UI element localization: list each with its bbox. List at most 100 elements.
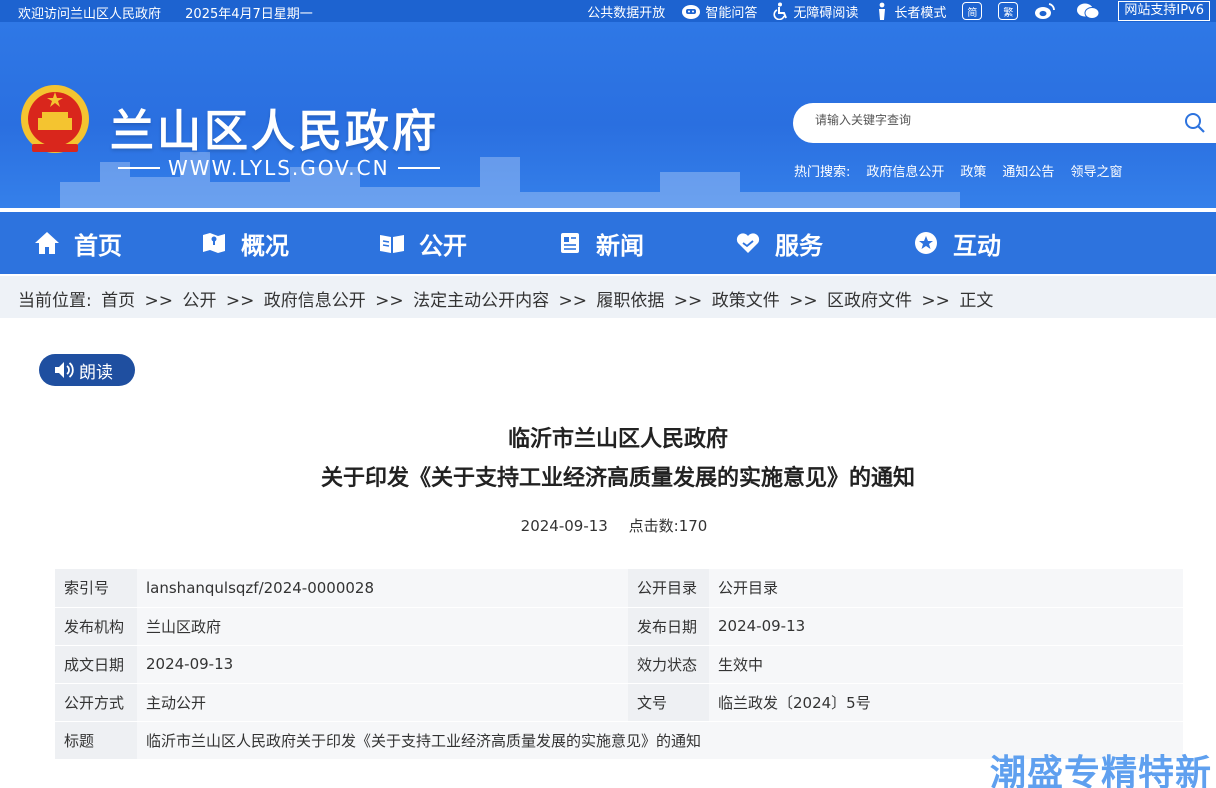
info-value: 公开目录: [709, 569, 1183, 608]
smart-qa-label: 智能问答: [705, 5, 758, 21]
nav-label: 首页: [74, 231, 122, 260]
breadcrumb-separator: >>: [225, 291, 255, 311]
document-info-table: 索引号 lanshanqulsqzf/2024-0000028 公开目录 公开目…: [55, 569, 1183, 760]
info-value: 生效中: [709, 645, 1183, 684]
nav-item-public[interactable]: 公开: [334, 212, 512, 274]
watermark: 潮盛专精特新: [989, 753, 1212, 788]
info-label: 标题: [55, 721, 137, 760]
info-label: 发布日期: [628, 607, 709, 646]
info-value: 2024-09-13: [137, 645, 628, 684]
open-book-icon: [380, 235, 404, 253]
info-value: 主动公开: [137, 683, 628, 722]
home-icon: [35, 232, 59, 254]
breadcrumb-item[interactable]: 政策文件: [712, 291, 780, 311]
info-label: 成文日期: [55, 645, 137, 684]
info-value: 兰山区政府: [137, 607, 628, 646]
info-label: 公开方式: [55, 683, 137, 722]
article-click-count: 点击数:170: [628, 517, 708, 535]
breadcrumb-separator: >>: [921, 291, 950, 311]
breadcrumb-item[interactable]: 履职依据: [596, 291, 664, 311]
wheelchair-icon: [773, 2, 788, 20]
hot-search-label: 热门搜索:: [794, 165, 851, 180]
smart-qa-link[interactable]: 智能问答: [681, 2, 757, 21]
header-banner: 兰山区人民政府 WWW.LYLS.GOV.CN 热门搜索: 政府信息公开 政策 …: [0, 22, 1216, 208]
main-nav: 首页 概况 公开 新闻 服务 互动: [0, 212, 1216, 274]
open-data-link[interactable]: 公共数据开放: [587, 2, 665, 21]
national-emblem-icon: [21, 85, 89, 153]
breadcrumb-item[interactable]: 首页: [101, 291, 135, 311]
accessibility-label: 无障碍阅读: [793, 5, 859, 21]
article-title-line1: 临沂市兰山区人民政府: [507, 427, 728, 452]
site-url-text: WWW.LYLS.GOV.CN: [168, 156, 390, 180]
welcome-text: 欢迎访问兰山区人民政府: [18, 7, 162, 22]
wechat-link[interactable]: [1076, 2, 1104, 20]
accessibility-link[interactable]: 无障碍阅读: [773, 2, 858, 21]
search-box: [793, 103, 1216, 143]
nav-label: 互动: [953, 231, 1001, 260]
breadcrumb-separator: >>: [144, 291, 174, 311]
breadcrumb-item-current: 正文: [959, 291, 994, 311]
breadcrumb-separator: >>: [789, 291, 818, 311]
info-label: 效力状态: [628, 645, 709, 684]
info-label: 公开目录: [628, 569, 709, 608]
nav-item-home[interactable]: 首页: [0, 212, 156, 274]
breadcrumb-separator: >>: [558, 291, 587, 311]
elder-icon: [879, 2, 886, 20]
nav-item-interact[interactable]: 互动: [868, 212, 1046, 274]
breadcrumb-separator: >>: [673, 291, 703, 311]
nav-item-service[interactable]: 服务: [690, 212, 868, 274]
search-input[interactable]: [815, 113, 1145, 127]
traditional-chinese-button[interactable]: 繁: [998, 2, 1019, 20]
speaker-icon: [55, 362, 74, 378]
wechat-icon: [1077, 3, 1100, 19]
simplified-chinese-button[interactable]: 简: [962, 2, 983, 20]
search-icon[interactable]: [1184, 112, 1206, 134]
hot-search: 热门搜索: 政府信息公开 政策 通知公告 领导之窗: [794, 161, 1138, 180]
site-title: 兰山区人民政府: [110, 106, 439, 157]
weibo-icon: [1035, 3, 1056, 19]
info-value: 临兰政发〔2024〕5号: [709, 683, 1183, 722]
info-label: 索引号: [55, 569, 137, 608]
breadcrumb-label: 当前位置:: [18, 291, 92, 311]
url-left-line: [118, 167, 160, 169]
elder-mode-link[interactable]: 长者模式: [874, 2, 946, 21]
breadcrumb: 当前位置: 首页 >> 公开 >> 政府信息公开 >> 法定主动公开内容 >> …: [0, 276, 1216, 318]
site-url: WWW.LYLS.GOV.CN: [110, 156, 448, 180]
breadcrumb-separator: >>: [375, 291, 404, 311]
read-aloud-label: 朗读: [79, 362, 113, 383]
current-date: 2025年4月7日星期一: [185, 7, 313, 22]
read-aloud-button[interactable]: 朗读: [39, 354, 135, 386]
hot-search-item[interactable]: 通知公告: [1002, 161, 1054, 180]
weibo-link[interactable]: [1034, 2, 1060, 20]
top-bar: 欢迎访问兰山区人民政府 2025年4月7日星期一 公共数据开放 智能问答 无障碍…: [0, 0, 1216, 22]
hot-search-item[interactable]: 领导之窗: [1070, 161, 1122, 180]
top-bar-right: 公共数据开放 智能问答 无障碍阅读 长者模式 简 繁 网站支持IPv6: [571, 0, 1210, 22]
breadcrumb-item[interactable]: 政府信息公开: [264, 291, 366, 311]
traditional-label: 繁: [998, 2, 1019, 20]
url-right-line: [397, 167, 440, 169]
nav-item-news[interactable]: 新闻: [512, 212, 690, 274]
simplified-label: 简: [962, 2, 983, 20]
article-meta: 2024-09-13 点击数:170: [0, 515, 1216, 536]
handshake-heart-icon: [736, 233, 760, 253]
open-data-label: 公共数据开放: [587, 5, 666, 21]
map-icon: [203, 233, 225, 253]
nav-label: 公开: [419, 231, 467, 260]
breadcrumb-item[interactable]: 公开: [182, 291, 216, 311]
chat-star-icon: [915, 232, 937, 254]
table-row: 发布机构 兰山区政府 发布日期 2024-09-13: [55, 607, 1183, 646]
nav-label: 概况: [241, 231, 289, 260]
table-row: 公开方式 主动公开 文号 临兰政发〔2024〕5号: [55, 683, 1183, 722]
nav-label: 服务: [775, 231, 823, 260]
hot-search-item[interactable]: 政策: [960, 161, 986, 180]
hot-search-item[interactable]: 政府信息公开: [866, 161, 944, 180]
info-label: 文号: [628, 683, 709, 722]
info-value: lanshanqulsqzf/2024-0000028: [137, 569, 628, 608]
breadcrumb-item[interactable]: 区政府文件: [827, 291, 912, 311]
nav-item-overview[interactable]: 概况: [156, 212, 334, 274]
info-label: 发布机构: [55, 607, 137, 646]
breadcrumb-item[interactable]: 法定主动公开内容: [413, 291, 549, 311]
nav-label: 新闻: [596, 231, 644, 260]
elder-mode-label: 长者模式: [894, 5, 947, 21]
robot-icon: [682, 5, 701, 19]
